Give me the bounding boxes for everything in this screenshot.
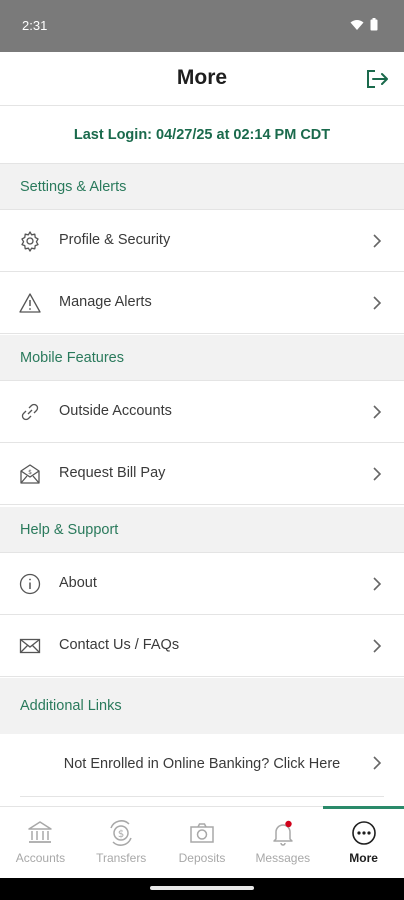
menu-item-label: Request Bill Pay xyxy=(59,465,166,481)
section-title: Help & Support xyxy=(20,522,119,538)
link-icon xyxy=(21,403,39,421)
menu-item-label: Manage Alerts xyxy=(59,294,152,310)
nav-item-accounts[interactable]: Accounts xyxy=(0,807,81,878)
menu-item-about[interactable]: About xyxy=(0,553,404,615)
nav-label: More xyxy=(349,851,378,865)
chevron-right-icon xyxy=(373,577,382,591)
divider xyxy=(20,796,384,797)
chevron-right-icon xyxy=(373,756,382,770)
bottom-nav: Accounts $ Transfers Deposits Messages M… xyxy=(0,806,404,878)
menu-item-label: About xyxy=(59,575,97,591)
menu-item-label: Profile & Security xyxy=(59,232,171,248)
transfer-icon: $ xyxy=(110,820,132,846)
notification-dot xyxy=(285,820,292,828)
svg-text:$: $ xyxy=(28,469,32,476)
section-title: Settings & Alerts xyxy=(20,179,127,195)
menu-item-outside-accounts[interactable]: Outside Accounts xyxy=(0,381,404,443)
system-navigation-area xyxy=(0,878,404,900)
gear-icon xyxy=(21,231,39,252)
bank-icon xyxy=(28,821,53,843)
warning-icon xyxy=(19,293,41,313)
menu-item-manage-alerts[interactable]: Manage Alerts xyxy=(0,272,404,334)
bell-icon xyxy=(273,820,293,846)
section-title: Additional Links xyxy=(20,698,122,714)
chevron-right-icon xyxy=(373,467,382,481)
section-header-mobile-features: Mobile Features xyxy=(0,335,404,381)
section-header-additional-links: Additional Links xyxy=(0,678,404,734)
header: More xyxy=(0,52,404,106)
nav-item-deposits[interactable]: Deposits xyxy=(162,807,243,878)
home-gesture-bar[interactable] xyxy=(150,886,254,890)
nav-item-transfers[interactable]: $ Transfers xyxy=(81,807,162,878)
wifi-icon xyxy=(350,19,364,30)
section-header-help-support: Help & Support xyxy=(0,507,404,553)
chevron-right-icon xyxy=(373,296,382,310)
chevron-right-icon xyxy=(373,639,382,653)
nav-item-more[interactable]: More xyxy=(323,806,404,878)
bill-pay-icon: $ xyxy=(20,464,40,484)
battery-icon xyxy=(370,18,378,31)
menu-item-label: Outside Accounts xyxy=(59,403,172,419)
chevron-right-icon xyxy=(373,234,382,248)
status-icons xyxy=(350,18,378,31)
section-header-settings-alerts: Settings & Alerts xyxy=(0,164,404,210)
menu-item-profile-security[interactable]: Profile & Security xyxy=(0,210,404,272)
status-bar: 2:31 xyxy=(0,0,404,52)
nav-label: Messages xyxy=(255,851,311,865)
page-title: More xyxy=(176,66,228,89)
camera-icon xyxy=(190,823,214,843)
menu-item-request-bill-pay[interactable]: $ Request Bill Pay xyxy=(0,443,404,505)
link-not-enrolled-online-banking[interactable]: Not Enrolled in Online Banking? Click He… xyxy=(0,734,404,794)
nav-item-messages[interactable]: Messages xyxy=(242,807,323,878)
last-login-text: Last Login: 04/27/25 at 02:14 PM CDT xyxy=(0,106,404,164)
link-label: Not Enrolled in Online Banking? Click He… xyxy=(63,756,341,772)
logout-icon[interactable] xyxy=(364,66,390,92)
nav-label: Accounts xyxy=(15,851,66,865)
section-title: Mobile Features xyxy=(20,350,124,366)
menu-item-label: Contact Us / FAQs xyxy=(59,637,180,653)
status-time: 2:31 xyxy=(22,18,48,33)
envelope-icon xyxy=(19,638,41,654)
info-icon xyxy=(19,573,41,595)
nav-label: Transfers xyxy=(96,851,147,865)
svg-text:$: $ xyxy=(118,829,124,840)
chevron-right-icon xyxy=(373,405,382,419)
menu-item-contact-us-faqs[interactable]: Contact Us / FAQs xyxy=(0,615,404,677)
nav-label: Deposits xyxy=(178,851,226,865)
more-icon xyxy=(351,821,376,845)
